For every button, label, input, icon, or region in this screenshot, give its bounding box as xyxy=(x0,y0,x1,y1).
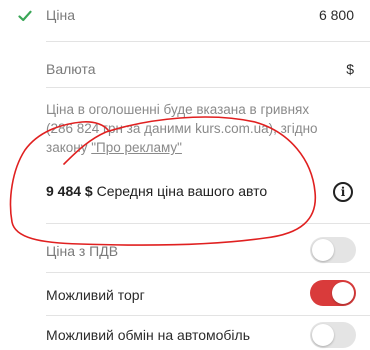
divider xyxy=(46,315,370,316)
bargain-label: Можливий торг xyxy=(46,287,145,303)
notice-line-2: (286 824 грн за даними kurs.com.ua), згі… xyxy=(46,121,318,136)
notice-line-1: Ціна в оголошенні буде вказана в гривнях xyxy=(46,102,310,117)
notice-line-3: закону "Про рекламу" xyxy=(46,138,336,157)
car-exchange-toggle[interactable] xyxy=(310,322,356,348)
price-row[interactable]: Ціна 6 800 xyxy=(0,4,370,28)
bargain-toggle[interactable] xyxy=(310,280,356,306)
info-icon[interactable]: i xyxy=(333,182,353,202)
currency-value: $ xyxy=(346,61,354,77)
vat-price-label: Ціна з ПДВ xyxy=(46,243,119,259)
law-link[interactable]: "Про рекламу" xyxy=(91,140,182,155)
average-price-label: Середня ціна вашого авто xyxy=(96,183,268,199)
price-value: 6 800 xyxy=(318,7,354,23)
average-price: 9 484 $ Середня ціна вашого авто xyxy=(46,183,267,199)
average-price-amount: 9 484 $ xyxy=(46,183,93,199)
currency-row[interactable]: Валюта $ xyxy=(0,58,370,82)
price-settings-form: Ціна 6 800 Валюта $ Ціна в оголошенні бу… xyxy=(0,0,370,350)
divider xyxy=(46,223,370,224)
divider xyxy=(46,41,370,42)
notice-line-3-prefix: закону xyxy=(46,140,92,155)
divider xyxy=(46,87,370,88)
price-label: Ціна xyxy=(46,7,75,23)
toggle-knob xyxy=(332,282,354,304)
vat-price-toggle[interactable] xyxy=(310,237,356,263)
checkmark-icon xyxy=(18,10,32,22)
divider xyxy=(46,272,370,273)
toggle-knob xyxy=(312,239,334,261)
currency-label: Валюта xyxy=(46,61,96,77)
toggle-knob xyxy=(312,324,334,346)
car-exchange-label: Можливий обмін на автомобіль xyxy=(46,327,250,343)
uah-price-notice: Ціна в оголошенні буде вказана в гривнях… xyxy=(46,100,336,157)
